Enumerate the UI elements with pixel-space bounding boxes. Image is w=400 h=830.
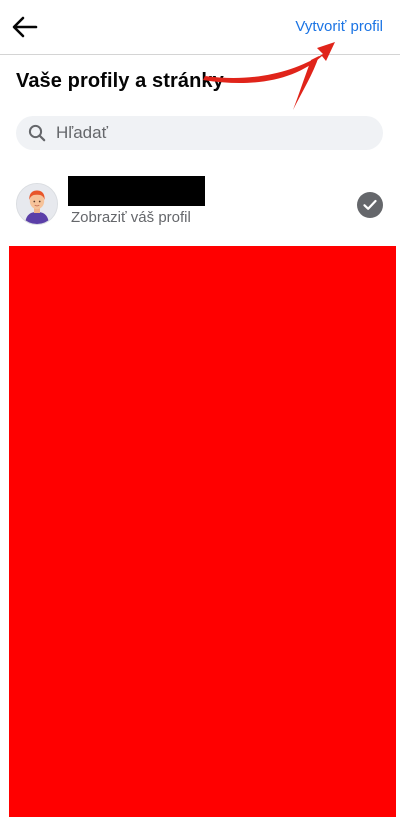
check-icon <box>357 192 383 218</box>
redacted-content-block <box>9 246 396 817</box>
back-button[interactable] <box>8 10 42 44</box>
search-icon <box>28 124 46 142</box>
page-title: Vaše profily a stránky <box>16 70 224 92</box>
create-profile-link[interactable]: Vytvoriť profil <box>295 18 383 35</box>
search-input[interactable] <box>54 122 358 144</box>
profiles-screen: Vytvoriť profil Vaše profily a stránky H… <box>0 0 400 830</box>
profile-list-item[interactable]: Zobraziť váš profil <box>0 172 400 238</box>
search-box[interactable] <box>16 116 383 150</box>
profile-name-redacted <box>68 176 205 206</box>
person-avatar-icon <box>16 183 58 225</box>
arrow-left-icon <box>12 16 38 38</box>
top-bar: Vytvoriť profil <box>0 0 400 55</box>
view-profile-label: Zobraziť váš profil <box>71 209 191 226</box>
